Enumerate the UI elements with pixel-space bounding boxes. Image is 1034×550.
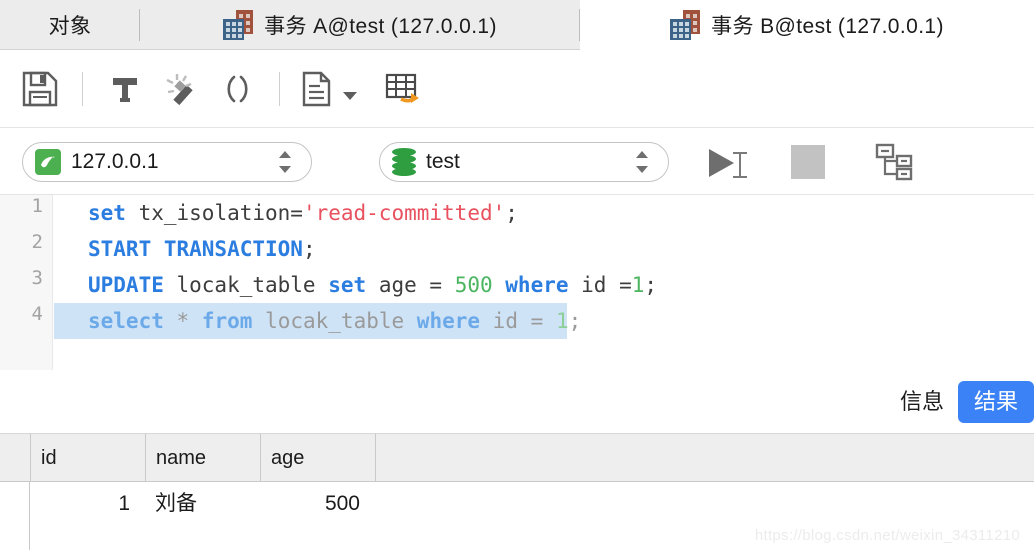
code-token: UPDATE: [88, 273, 164, 297]
export-table-icon: [385, 73, 419, 103]
code-token: 1: [555, 309, 569, 333]
cell-id[interactable]: 1: [30, 482, 140, 526]
chevron-down-icon[interactable]: [343, 92, 357, 100]
code-token: where: [505, 273, 569, 297]
run-button[interactable]: [705, 140, 757, 184]
code-token: set: [88, 201, 126, 225]
save-button[interactable]: [12, 61, 68, 117]
code-token: select: [88, 309, 164, 333]
toolbar-separator-1: [82, 72, 83, 106]
line-number-gutter: 1 2 3 4: [0, 195, 53, 370]
watermark: https://blog.csdn.net/weixin_34311210: [754, 527, 1020, 544]
connection-bar: 127.0.0.1 test: [0, 128, 1034, 195]
code-token: START TRANSACTION: [88, 237, 303, 261]
code-token: 'read-committed': [302, 201, 506, 225]
beautify-button[interactable]: [97, 61, 153, 117]
mysql-dolphin-icon: [35, 148, 61, 175]
code-token: id =: [568, 273, 632, 297]
code-token: age =: [366, 273, 455, 297]
parentheses-button[interactable]: [209, 61, 265, 117]
line-number: 3: [31, 267, 43, 289]
stop-button[interactable]: [791, 144, 825, 179]
tab-transaction-a-label: 事务 A@test (127.0.0.1): [264, 15, 497, 38]
code-token: set: [328, 273, 367, 297]
code-token: locak_table: [163, 273, 329, 297]
parentheses-icon: [227, 75, 248, 103]
code-line-4[interactable]: select * from locak_table where id = 1;: [54, 303, 581, 339]
building-icon: [670, 10, 701, 40]
sql-code-area[interactable]: set tx_isolation='read-committed'; START …: [54, 195, 1034, 370]
result-tab-bar: 信息 结果: [0, 370, 1034, 434]
code-token: ;: [302, 237, 316, 261]
column-header-filler: [375, 434, 1034, 482]
code-line-2[interactable]: START TRANSACTION;: [54, 231, 316, 267]
document-icon: [302, 71, 331, 107]
code-token: locak_table: [265, 309, 405, 333]
run-play-icon: [709, 148, 734, 177]
tab-bar: 对象 事务 A@test (127.0.0.1) 事务 B@test (127.…: [0, 0, 1034, 50]
code-token: *: [176, 309, 190, 333]
cell-age[interactable]: 500: [260, 482, 370, 526]
code-line-3[interactable]: UPDATE locak_table set age = 500 where i…: [54, 267, 657, 303]
grid-header-row: id name age: [0, 434, 1034, 482]
tab-object[interactable]: 对象: [0, 0, 140, 50]
beautify-icon: [113, 78, 137, 102]
column-header-age[interactable]: age: [260, 434, 375, 482]
code-line-1[interactable]: set tx_isolation='read-committed';: [54, 195, 518, 231]
explain-plan-icon: [875, 143, 913, 180]
line-number: 1: [31, 195, 43, 217]
code-token: where: [416, 309, 481, 333]
document-button[interactable]: [294, 61, 338, 117]
toolbar-separator-2: [279, 72, 280, 106]
database-cylinder-icon: [392, 147, 416, 176]
tab-object-label: 对象: [48, 15, 92, 38]
tab-transaction-a[interactable]: 事务 A@test (127.0.0.1): [140, 0, 580, 50]
code-token: =: [530, 309, 544, 333]
code-token: tx_isolation=: [125, 201, 303, 225]
sql-editor[interactable]: 1 2 3 4 set tx_isolation='read-committed…: [0, 195, 1034, 370]
text-cursor-icon: [733, 151, 747, 178]
magic-wand-icon: [166, 74, 193, 106]
tab-result[interactable]: 结果: [957, 381, 1034, 423]
tab-transaction-b[interactable]: 事务 B@test (127.0.0.1): [580, 0, 1034, 50]
save-icon: [22, 71, 58, 107]
host-value: 127.0.0.1: [71, 149, 159, 173]
sql-editor-window: 对象 事务 A@test (127.0.0.1) 事务 B@test (127.…: [0, 0, 1034, 550]
toolbar: [0, 50, 1034, 128]
cell-name[interactable]: 刘备: [145, 482, 260, 526]
tab-info[interactable]: 信息: [886, 381, 958, 423]
database-selector[interactable]: test: [379, 141, 669, 182]
line-number: 4: [31, 303, 43, 325]
format-sql-button[interactable]: [153, 61, 209, 117]
code-token: ;: [505, 201, 518, 225]
code-token: 500: [454, 273, 493, 297]
code-token: ;: [568, 309, 582, 333]
code-token: id: [492, 309, 518, 333]
code-token: from: [201, 309, 253, 333]
column-header-name[interactable]: name: [145, 434, 260, 482]
code-token: ;: [644, 273, 658, 297]
database-value: test: [426, 149, 460, 173]
host-selector[interactable]: 127.0.0.1: [22, 141, 312, 182]
column-header-id[interactable]: id: [30, 434, 145, 482]
explain-plan-button[interactable]: [871, 142, 917, 182]
database-stepper-icon[interactable]: [632, 149, 654, 175]
line-number: 2: [31, 231, 43, 253]
building-icon: [223, 10, 254, 40]
host-stepper-icon[interactable]: [275, 149, 297, 175]
export-result-button[interactable]: [375, 61, 431, 117]
tab-transaction-b-label: 事务 B@test (127.0.0.1): [711, 15, 944, 38]
code-token: 1: [631, 273, 645, 297]
row-selector-cell[interactable]: [0, 482, 30, 550]
